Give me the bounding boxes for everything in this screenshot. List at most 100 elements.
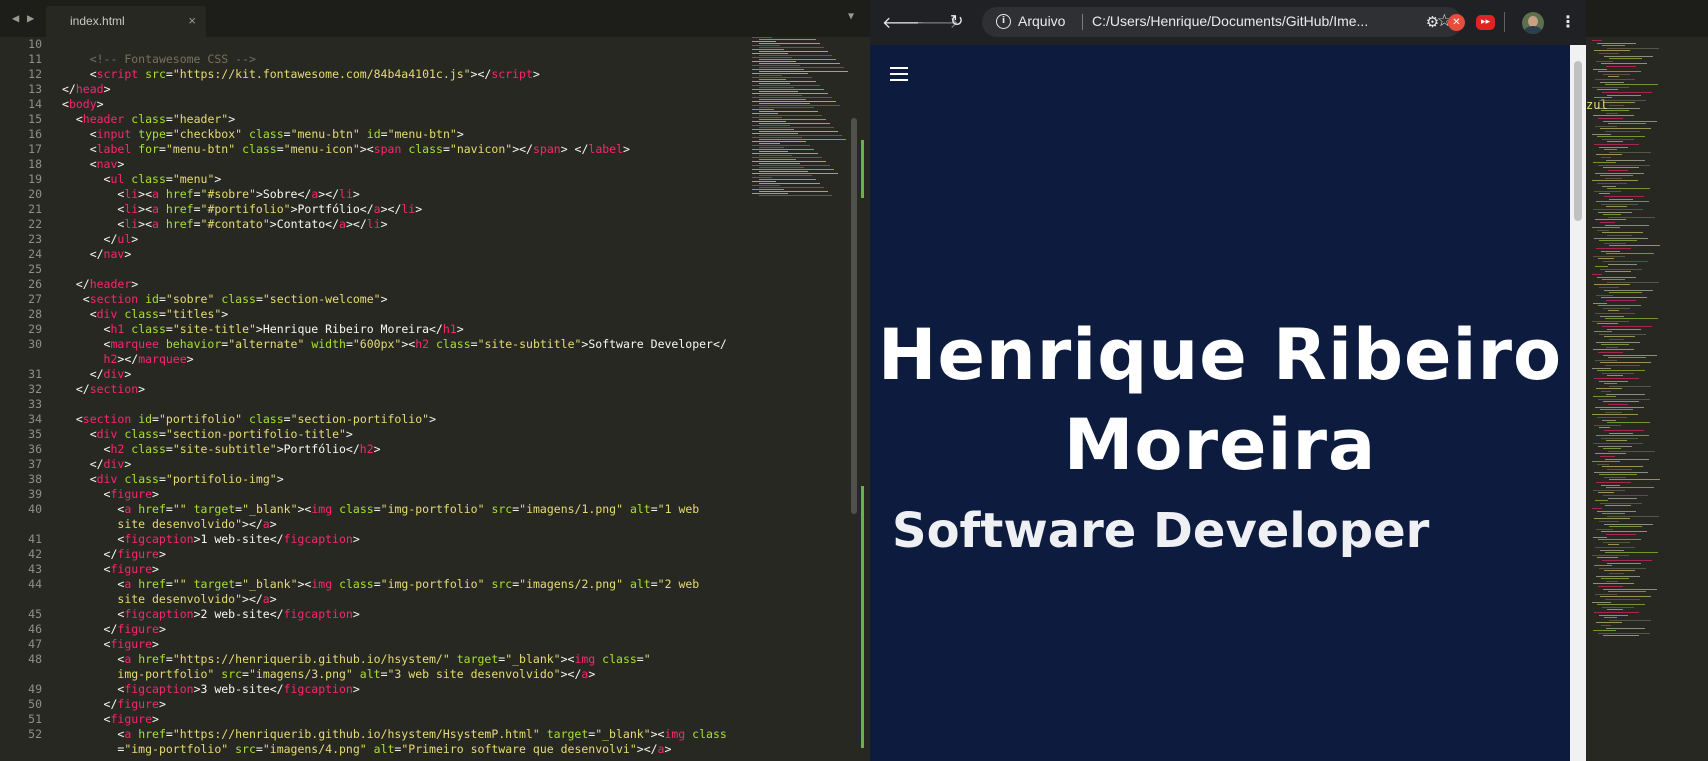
hamburger-menu-icon[interactable] [890, 67, 908, 81]
minimap-line [1604, 242, 1626, 244]
code-line[interactable]: <figcaption>1 web-site</figcaption> [62, 532, 762, 547]
code-token: < [62, 202, 125, 216]
code-line[interactable]: <marquee behavior="alternate" width="600… [62, 337, 762, 352]
code-line[interactable] [62, 262, 762, 277]
profile-avatar[interactable] [1522, 12, 1544, 34]
code-line[interactable]: ="img-portfolio" src="imagens/4.png" alt… [62, 742, 762, 757]
minimap-line [1598, 398, 1650, 400]
code-line[interactable]: </figure> [62, 622, 762, 637]
reload-icon[interactable]: ↻ [950, 11, 963, 30]
code-line[interactable]: <ul class="menu"> [62, 172, 762, 187]
code-line[interactable]: <li><a href="#portifolio">Portfólio</a><… [62, 202, 762, 217]
code-line[interactable]: </ul> [62, 232, 762, 247]
code-token: "section-welcome" [262, 292, 381, 306]
code-line[interactable]: site desenvolvido"></a> [62, 517, 762, 532]
code-line[interactable]: img-portfolio" src="imagens/3.png" alt="… [62, 667, 762, 682]
code-token: id [138, 412, 153, 426]
code-token: nav [96, 157, 118, 171]
code-line[interactable]: <figcaption>3 web-site</figcaption> [62, 682, 762, 697]
browser-menu-icon[interactable]: ⋮ [1560, 12, 1576, 31]
tab-forward-icon[interactable]: ▶ [27, 11, 34, 25]
minimap-line [752, 109, 774, 110]
code-line[interactable]: <figure> [62, 637, 762, 652]
minimap-line [759, 55, 832, 56]
minimap-line [1605, 224, 1649, 226]
code-token: ></ [117, 352, 139, 366]
code-line[interactable]: </header> [62, 277, 762, 292]
tab-index-html[interactable]: index.html × [46, 6, 206, 37]
code-line[interactable]: <script src="https://kit.fontawesome.com… [62, 67, 762, 82]
code-line[interactable]: <a href="https://henriquerib.github.io/h… [62, 727, 762, 742]
code-line[interactable]: <body> [62, 97, 762, 112]
minimap-line [1598, 258, 1614, 260]
code-line[interactable]: <!-- Fontawesome CSS --> [62, 52, 762, 67]
minimap-line [1592, 180, 1638, 182]
code-line[interactable]: <nav> [62, 157, 762, 172]
extension-gear-icon[interactable]: ⚙ [1424, 14, 1441, 31]
line-number [0, 517, 48, 532]
code-line[interactable]: <label for="menu-btn" class="menu-icon">… [62, 142, 762, 157]
minimap-line [752, 157, 822, 158]
secondary-editor-pane[interactable]: zul [1586, 0, 1708, 761]
code-line[interactable]: </nav> [62, 247, 762, 262]
code-line[interactable]: <li><a href="#sobre">Sobre</a></li> [62, 187, 762, 202]
info-icon[interactable]: i [996, 14, 1011, 29]
code-editor[interactable]: ◀ ▶ index.html × ▼ 10 11 12 13 14 15 16 17 18 19 2… [0, 0, 870, 761]
code-line[interactable]: <li><a href="#contato">Contato</a></li> [62, 217, 762, 232]
code-line[interactable]: <div class="titles"> [62, 307, 762, 322]
code-line[interactable]: <a href="https://henriquerib.github.io/h… [62, 652, 762, 667]
code-line[interactable]: <input type="checkbox" class="menu-btn" … [62, 127, 762, 142]
code-line[interactable]: </div> [62, 367, 762, 382]
minimap-line [1601, 531, 1647, 533]
code-line[interactable] [62, 37, 762, 52]
code-token: > [456, 127, 464, 141]
code-token: ></ [318, 187, 340, 201]
code-line[interactable]: <section id="portifolio" class="section-… [62, 412, 762, 427]
code-line[interactable]: <figure> [62, 562, 762, 577]
code-line[interactable]: h2></marquee> [62, 352, 762, 367]
page-scrollbar[interactable] [1570, 45, 1586, 761]
code-line[interactable]: <a href="" target="_blank"><img class="i… [62, 577, 762, 592]
code-line[interactable]: <figure> [62, 712, 762, 727]
code-token: < [62, 502, 125, 516]
code-line[interactable]: </div> [62, 457, 762, 472]
code-line[interactable]: <figcaption>2 web-site</figcaption> [62, 607, 762, 622]
page-scrollbar-thumb[interactable] [1574, 61, 1582, 221]
code-line[interactable]: </section> [62, 382, 762, 397]
minimap-line [1600, 315, 1624, 317]
code-line[interactable]: <h1 class="site-title">Henrique Ribeiro … [62, 322, 762, 337]
extension-close-icon[interactable]: ✕ [1448, 14, 1465, 31]
code-line[interactable]: <div class="portifolio-img"> [62, 472, 762, 487]
extension-video-icon[interactable]: ▸▸ [1476, 15, 1495, 30]
code-line[interactable]: <div class="section-portifolio-title"> [62, 427, 762, 442]
code-line[interactable]: </figure> [62, 547, 762, 562]
code-line[interactable] [62, 397, 762, 412]
tab-menu-icon[interactable]: ▼ [848, 11, 854, 22]
tab-back-icon[interactable]: ◀ [12, 11, 19, 25]
editor-scrollbar-thumb[interactable] [851, 118, 857, 514]
code-token: >< [297, 577, 312, 591]
code-line[interactable]: <figure> [62, 487, 762, 502]
code-line[interactable]: <header class="header"> [62, 112, 762, 127]
tab-close-icon[interactable]: × [188, 13, 196, 28]
code-line[interactable]: site desenvolvido"></a> [62, 592, 762, 607]
minimap-line [1597, 370, 1645, 372]
site-title: Henrique Ribeiro Moreira [877, 314, 1563, 486]
code-line[interactable]: </figure> [62, 697, 762, 712]
minimap[interactable] [748, 37, 848, 207]
code-token: "menu" [172, 172, 215, 186]
code-line[interactable]: </head> [62, 82, 762, 97]
minimap-line [752, 81, 816, 82]
line-number: 45 [28, 607, 42, 621]
code-line[interactable]: <section id="sobre" class="section-welco… [62, 292, 762, 307]
code-area[interactable]: <!-- Fontawesome CSS --> <script src="ht… [62, 37, 762, 757]
code-token: >Sobre</ [255, 187, 312, 201]
code-line[interactable]: <h2 class="site-subtitle">Portfólio</h2> [62, 442, 762, 457]
code-line[interactable]: <a href="" target="_blank"><img class="i… [62, 502, 762, 517]
code-token: target [193, 502, 236, 516]
minimap-line [1608, 591, 1646, 593]
url-text[interactable]: C:/Users/Henrique/Documents/GitHub/Ime..… [1092, 13, 1368, 29]
address-bar[interactable]: i Arquivo C:/Users/Henrique/Documents/Gi… [982, 7, 1462, 37]
